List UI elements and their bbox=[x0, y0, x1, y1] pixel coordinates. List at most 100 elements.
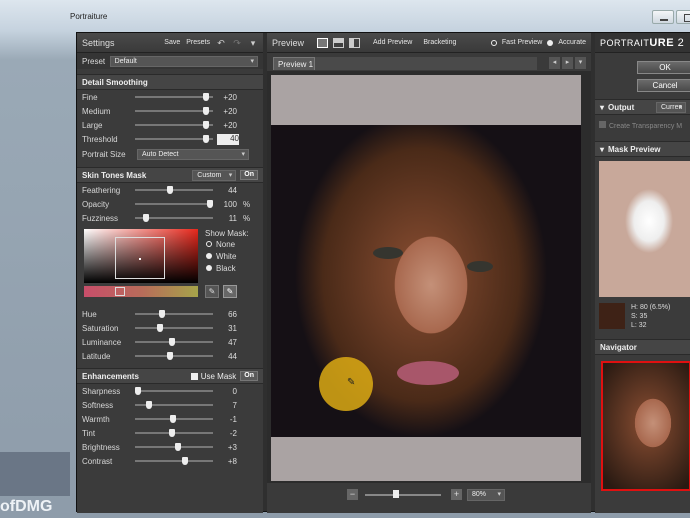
slider-track[interactable] bbox=[135, 96, 213, 98]
slider-row: Fine +20 bbox=[77, 90, 263, 104]
slider-track[interactable] bbox=[135, 189, 213, 191]
slider-thumb[interactable] bbox=[158, 310, 165, 318]
transparency-checkbox[interactable] bbox=[599, 121, 606, 128]
radio-icon[interactable] bbox=[206, 265, 212, 271]
slider-row: Latitude 44 bbox=[77, 349, 263, 363]
slider-track[interactable] bbox=[135, 355, 213, 357]
single-view-icon[interactable] bbox=[317, 37, 329, 48]
portrait-size-row: Portrait Size Auto Detect bbox=[77, 146, 263, 162]
tab-menu-icon[interactable]: ▾ bbox=[575, 57, 586, 69]
slider-track[interactable] bbox=[135, 110, 213, 112]
slider-track[interactable] bbox=[135, 203, 213, 205]
slider-thumb[interactable] bbox=[203, 107, 210, 115]
accurate-radio[interactable] bbox=[547, 39, 554, 46]
show-mask-options: None White Black bbox=[206, 240, 236, 276]
show-mask-option[interactable]: White bbox=[206, 252, 236, 264]
left-eye bbox=[373, 247, 403, 259]
preset-row: Preset Default bbox=[77, 53, 263, 69]
eyedropper-icon[interactable]: ✎ bbox=[205, 285, 219, 298]
zoom-thumb[interactable] bbox=[393, 490, 399, 498]
slider-thumb[interactable] bbox=[203, 135, 210, 143]
minimize-button[interactable] bbox=[652, 10, 674, 24]
slider-thumb[interactable] bbox=[168, 429, 175, 437]
navigator-thumbnail[interactable] bbox=[601, 361, 690, 491]
slider-thumb[interactable] bbox=[168, 338, 175, 346]
slider-track[interactable] bbox=[135, 327, 213, 329]
zoom-in-button[interactable]: + bbox=[451, 489, 462, 500]
tab-next-icon[interactable]: ▸ bbox=[562, 57, 573, 69]
radio-icon[interactable] bbox=[206, 253, 212, 259]
slider-thumb[interactable] bbox=[181, 457, 188, 465]
detail-smoothing-title: Detail Smoothing bbox=[82, 77, 148, 87]
navigator-section[interactable]: Navigator bbox=[595, 339, 690, 355]
skin-on-toggle[interactable]: On bbox=[240, 170, 258, 180]
undo-icon[interactable]: ↶ bbox=[216, 38, 226, 48]
slider-label: Brightness bbox=[82, 442, 120, 452]
fast-preview-label: Fast Preview bbox=[501, 39, 543, 46]
split-vertical-icon[interactable] bbox=[349, 37, 361, 48]
slider-track[interactable] bbox=[135, 390, 213, 392]
tab-preview-1[interactable]: Preview 1 bbox=[273, 57, 315, 70]
slider-thumb[interactable] bbox=[169, 415, 176, 423]
portrait-size-label: Portrait Size bbox=[82, 149, 126, 159]
slider-value: +20 bbox=[223, 120, 237, 130]
maximize-button[interactable] bbox=[676, 10, 690, 24]
skin-tones-section[interactable]: Skin Tones Mask Custom On bbox=[77, 167, 263, 183]
output-dropdown[interactable]: Curren bbox=[656, 101, 686, 113]
slider-thumb[interactable] bbox=[203, 93, 210, 101]
slider-thumb[interactable] bbox=[203, 121, 210, 129]
slider-thumb[interactable] bbox=[145, 401, 152, 409]
slider-thumb[interactable] bbox=[135, 387, 141, 395]
settings-panel: Settings Save Presets ↶ ↷ ▾ Preset Defau… bbox=[77, 33, 263, 513]
output-section[interactable]: ▾ Output Curren bbox=[595, 99, 690, 115]
slider-track[interactable] bbox=[135, 124, 213, 126]
eyedropper-plus-icon[interactable]: ✎ bbox=[223, 285, 237, 298]
cancel-button[interactable]: Cancel bbox=[637, 79, 690, 92]
split-horizontal-icon[interactable] bbox=[333, 37, 345, 48]
tab-prev-icon[interactable]: ◂ bbox=[549, 57, 560, 69]
slider-thumb[interactable] bbox=[142, 214, 149, 222]
hue-range-marker[interactable] bbox=[115, 287, 125, 296]
slider-row: Brightness +3 bbox=[77, 440, 263, 454]
zoom-dropdown[interactable]: 80% bbox=[467, 489, 505, 501]
slider-label: Softness bbox=[82, 400, 114, 410]
slider-track[interactable] bbox=[135, 460, 213, 462]
portrait-photo[interactable]: ✎ bbox=[271, 125, 581, 437]
zoom-slider[interactable] bbox=[365, 494, 441, 496]
preset-label: Preset bbox=[82, 56, 106, 66]
slider-thumb[interactable] bbox=[166, 186, 173, 194]
mask-preview-section[interactable]: ▾ Mask Preview bbox=[595, 141, 690, 157]
enhancements-section[interactable]: Enhancements Use Mask On bbox=[77, 368, 263, 384]
slider-thumb[interactable] bbox=[174, 443, 181, 451]
slider-thumb[interactable] bbox=[157, 324, 164, 332]
color-picker-area: Show Mask: None White Black bbox=[77, 225, 263, 291]
detail-smoothing-section[interactable]: Detail Smoothing bbox=[77, 74, 263, 90]
ok-button[interactable]: OK bbox=[637, 61, 690, 74]
slider-track[interactable] bbox=[135, 138, 213, 140]
zoom-out-button[interactable]: − bbox=[347, 489, 358, 500]
fast-preview-radio[interactable] bbox=[490, 39, 497, 46]
bracketing-button[interactable]: Bracketing bbox=[423, 39, 456, 46]
presets-button[interactable]: Presets bbox=[186, 39, 210, 46]
skin-mode-dropdown[interactable]: Custom bbox=[192, 169, 237, 181]
slider-row: Opacity 100% bbox=[77, 197, 263, 211]
portrait-size-dropdown[interactable]: Auto Detect bbox=[137, 148, 249, 160]
hsl-readout: H: 80 (6.5%) S: 35 L: 32 bbox=[631, 303, 670, 330]
hue-bar-row: ✎ ✎ bbox=[77, 285, 263, 307]
slider-thumb[interactable] bbox=[166, 352, 173, 360]
redo-icon[interactable]: ↷ bbox=[232, 38, 242, 48]
slider-row: Large +20 bbox=[77, 118, 263, 132]
radio-icon[interactable] bbox=[206, 241, 212, 247]
use-mask-checkbox[interactable] bbox=[190, 372, 198, 380]
show-mask-option[interactable]: Black bbox=[206, 264, 236, 276]
hue-range-bar[interactable] bbox=[84, 286, 198, 297]
transparency-label: Create Transparency M bbox=[609, 123, 683, 130]
menu-arrow-icon[interactable]: ▾ bbox=[248, 38, 258, 48]
show-mask-option[interactable]: None bbox=[206, 240, 236, 252]
preset-dropdown[interactable]: Default bbox=[109, 55, 258, 67]
preview-canvas[interactable]: ✎ bbox=[271, 75, 581, 481]
slider-track[interactable] bbox=[135, 313, 213, 315]
save-button[interactable]: Save bbox=[164, 39, 180, 46]
add-preview-button[interactable]: Add Preview bbox=[373, 39, 412, 46]
enh-on-toggle[interactable]: On bbox=[240, 371, 258, 381]
